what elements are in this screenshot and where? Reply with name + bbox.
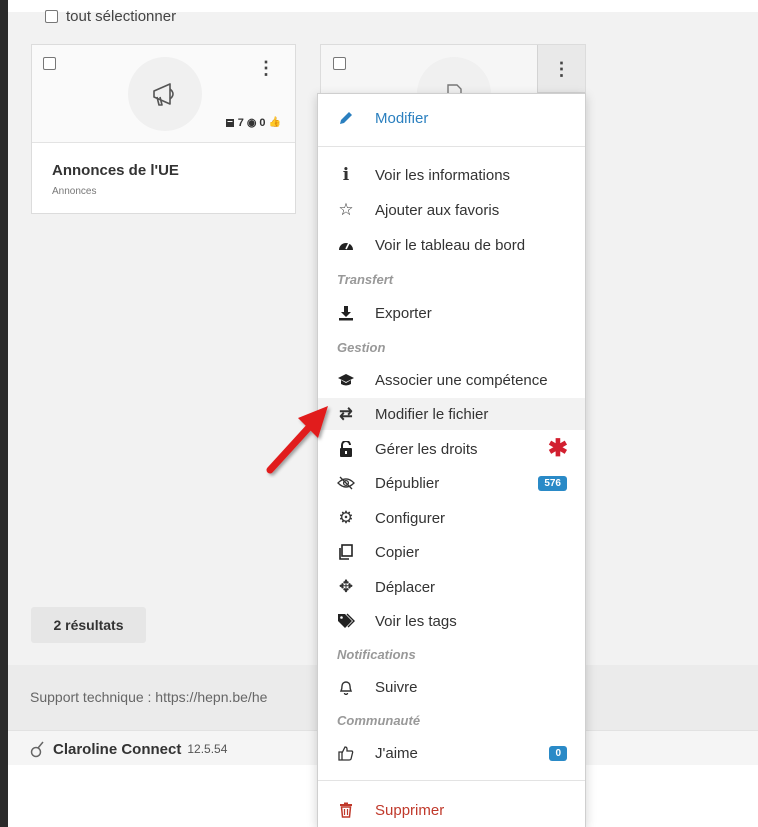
unpublish-badge: 576 (538, 475, 567, 491)
book-icon (225, 118, 234, 127)
copy-icon (337, 543, 355, 561)
card-subtitle: Annonces (52, 186, 97, 197)
star-icon: ☆ (338, 200, 354, 219)
menu-item-move[interactable]: ✥ Déplacer (318, 571, 585, 603)
menu-section-transfer: Transfert (337, 272, 394, 287)
card-thumbnail[interactable]: ⋮ 7 ◉ 0 👍 (32, 45, 295, 143)
exchange-icon: ⇄ (339, 406, 353, 423)
card-checkbox[interactable] (333, 57, 346, 70)
like-badge: 0 (549, 745, 567, 761)
megaphone-icon (153, 83, 174, 106)
card-options-button[interactable]: ⋮ (537, 45, 585, 93)
download-icon (337, 304, 355, 322)
info-icon: i (342, 165, 350, 185)
menu-item-tags[interactable]: Voir les tags (318, 605, 585, 637)
thumbs-up-icon: 👍 (268, 117, 281, 128)
menu-item-manage-rights[interactable]: Gérer les droits ✱ (318, 433, 585, 465)
card-title[interactable]: Annonces de l'UE (52, 162, 179, 179)
menu-item-label: Ajouter aux favoris (375, 201, 500, 219)
menu-item-label: Voir les tags (375, 612, 457, 630)
menu-item-label: J'aime (375, 744, 418, 762)
likes-count: 0 (259, 116, 266, 129)
menu-item-favorite[interactable]: ☆ Ajouter aux favoris (318, 194, 585, 226)
eye-icon: ◉ (246, 117, 257, 129)
menu-item-label: Dépublier (375, 474, 440, 492)
graduation-cap-icon (337, 371, 355, 389)
menu-item-label: Modifier (375, 109, 429, 127)
menu-item-follow[interactable]: Suivre (318, 671, 585, 703)
asterisk-annotation-icon: ✱ (547, 435, 568, 462)
menu-item-label: Déplacer (375, 578, 436, 596)
menu-item-label: Copier (375, 543, 420, 561)
move-arrows-icon: ✥ (338, 577, 354, 596)
menu-item-label: Gérer les droits (375, 440, 478, 458)
menu-item-copy[interactable]: Copier (318, 536, 585, 568)
page: tout sélectionner ⋮ 7 ◉ 0 👍 Annonces de … (0, 0, 758, 827)
menu-item-delete[interactable]: Supprimer (318, 794, 585, 826)
menu-item-export[interactable]: Exporter (318, 297, 585, 329)
claroline-logo-icon (30, 741, 44, 758)
resource-card-announcements[interactable]: ⋮ 7 ◉ 0 👍 Annonces de l'UE Annonces (31, 44, 296, 214)
support-text[interactable]: Support technique : https://hepn.be/he (30, 689, 267, 705)
dashboard-icon (337, 236, 355, 254)
card-options-icon[interactable]: ⋮ (257, 59, 275, 77)
gear-icon: ⚙ (338, 508, 354, 527)
menu-section-community: Communauté (337, 713, 421, 728)
trash-icon (337, 801, 355, 819)
eye-slash-icon (337, 474, 355, 492)
menu-divider (318, 780, 585, 781)
select-all-checkbox[interactable] (45, 10, 58, 23)
menu-item-label: Suivre (375, 678, 418, 696)
app-version: 12.5.54 (187, 742, 228, 756)
card-checkbox[interactable] (43, 57, 56, 70)
menu-item-label: Configurer (375, 509, 446, 527)
brand: Claroline Connect 12.5.54 (30, 740, 227, 758)
card-icon-circle (128, 57, 202, 131)
select-all-label: tout sélectionner (66, 8, 177, 25)
menu-item-configure[interactable]: ⚙ Configurer (318, 502, 585, 534)
card-stats: 7 ◉ 0 👍 (225, 116, 281, 129)
menu-item-change-file[interactable]: ⇄ Modifier le fichier (318, 398, 585, 430)
menu-item-label: Voir le tableau de bord (375, 236, 526, 254)
menu-item-label: Voir les informations (375, 166, 511, 184)
menu-section-notifications: Notifications (337, 647, 416, 662)
menu-item-dashboard[interactable]: Voir le tableau de bord (318, 229, 585, 261)
menu-item-label: Modifier le fichier (375, 405, 489, 423)
thumbs-up-outline-icon (337, 744, 355, 762)
pencil-icon (337, 109, 355, 127)
menu-item-info[interactable]: i Voir les informations (318, 159, 585, 191)
menu-item-like[interactable]: J'aime 0 (318, 737, 585, 769)
menu-item-label: Supprimer (375, 801, 445, 819)
select-all[interactable]: tout sélectionner (45, 8, 176, 25)
bell-icon (337, 678, 355, 696)
kebab-icon: ⋮ (552, 58, 571, 79)
menu-divider (318, 146, 585, 147)
views-count: 7 (237, 116, 244, 129)
menu-item-label: Associer une compétence (375, 371, 548, 389)
resource-actions-menu: Modifier i Voir les informations ☆ Ajout… (317, 93, 586, 827)
left-border (0, 0, 8, 827)
unlock-icon (337, 440, 355, 458)
brand-name: Claroline Connect (53, 740, 182, 758)
menu-item-edit[interactable]: Modifier (318, 102, 585, 134)
tags-icon (337, 612, 355, 630)
menu-item-unpublish[interactable]: Dépublier 576 (318, 467, 585, 499)
menu-section-management: Gestion (337, 340, 386, 355)
results-count: 2 résultats (31, 607, 146, 643)
menu-item-label: Exporter (375, 304, 432, 322)
menu-item-associate-competence[interactable]: Associer une compétence (318, 364, 585, 396)
red-arrow-annotation-icon (266, 406, 328, 474)
